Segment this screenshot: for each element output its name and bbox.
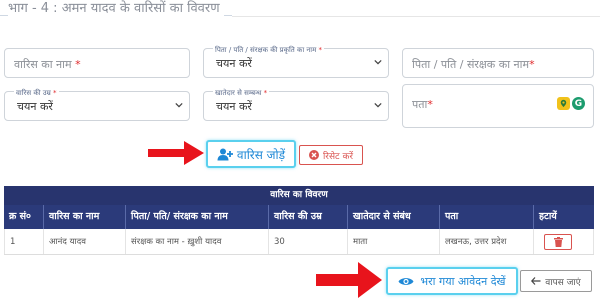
column-header: खातेदार से संबंध bbox=[348, 205, 440, 229]
delete-row-button[interactable] bbox=[544, 234, 572, 250]
heir-age-select[interactable]: वारिस की उम्र * चयन करें bbox=[4, 89, 190, 121]
relation-value: चयन करें bbox=[216, 100, 252, 113]
cell-guardian: संरक्षक का नाम - ख़ुशी यादव bbox=[126, 229, 269, 254]
location-pin-icon[interactable] bbox=[557, 97, 570, 110]
eye-icon bbox=[398, 277, 414, 285]
guardian-type-select[interactable]: पिता / पति / संरक्षक की प्रकृति का नाम *… bbox=[203, 46, 389, 78]
chevron-down-icon bbox=[175, 102, 183, 108]
column-header: पता bbox=[440, 205, 534, 229]
pointer-arrow-icon bbox=[148, 141, 204, 165]
column-header: पिता/ पति/ संरक्षक का नाम bbox=[126, 205, 269, 229]
chevron-down-icon bbox=[374, 59, 382, 65]
father-name-input[interactable]: पिता / पति / संरक्षक का नाम* bbox=[402, 48, 594, 78]
close-circle-icon bbox=[308, 150, 319, 160]
relation-select[interactable]: खातेदार से सम्बन्ध * चयन करें bbox=[203, 89, 389, 121]
chevron-down-icon bbox=[374, 102, 382, 108]
column-header: वारिस का नाम bbox=[44, 205, 126, 229]
section-title: भाग - 4 : अमन यादव के वारिसों का विवरण bbox=[8, 0, 224, 16]
pointer-arrow-icon bbox=[316, 262, 382, 298]
cell-relation: माता bbox=[348, 229, 440, 254]
section-divider bbox=[232, 16, 600, 17]
column-header: वारिस की उम्र bbox=[269, 205, 348, 229]
cell-address: लखनऊ, उत्तर प्रदेश bbox=[440, 229, 534, 254]
add-heir-button[interactable]: वारिस जोड़ें bbox=[206, 140, 296, 168]
table-title: वारिस का विवरण bbox=[4, 186, 594, 205]
table-header: क्र सं० वारिस का नाम पिता/ पति/ संरक्षक … bbox=[4, 205, 594, 229]
cell-name: आनंद यादव bbox=[44, 229, 126, 254]
column-header: हटायें bbox=[539, 211, 557, 222]
guardian-type-value: चयन करें bbox=[216, 57, 252, 70]
table-row: 1 आनंद यादव संरक्षक का नाम - ख़ुशी यादव … bbox=[4, 229, 594, 255]
trash-icon bbox=[553, 237, 563, 247]
view-application-button[interactable]: भरा गया आवेदन देखें bbox=[386, 267, 518, 295]
section-heading: भाग - 4 : अमन यादव के वारिसों का विवरण bbox=[0, 0, 232, 16]
reset-button[interactable]: रिसेट करें bbox=[299, 145, 363, 165]
grammarly-icon[interactable]: G bbox=[572, 97, 585, 110]
arrow-left-icon bbox=[531, 277, 541, 285]
address-textarea[interactable]: पता* G bbox=[402, 84, 594, 128]
add-user-icon bbox=[217, 148, 233, 160]
column-header: क्र सं० bbox=[4, 205, 44, 229]
cell-age: 30 bbox=[269, 229, 348, 254]
cell-sno: 1 bbox=[4, 229, 44, 254]
go-back-button[interactable]: वापस जाएं bbox=[520, 270, 592, 292]
heir-name-input[interactable]: वारिस का नाम * bbox=[4, 48, 190, 78]
heir-age-value: चयन करें bbox=[17, 100, 53, 113]
